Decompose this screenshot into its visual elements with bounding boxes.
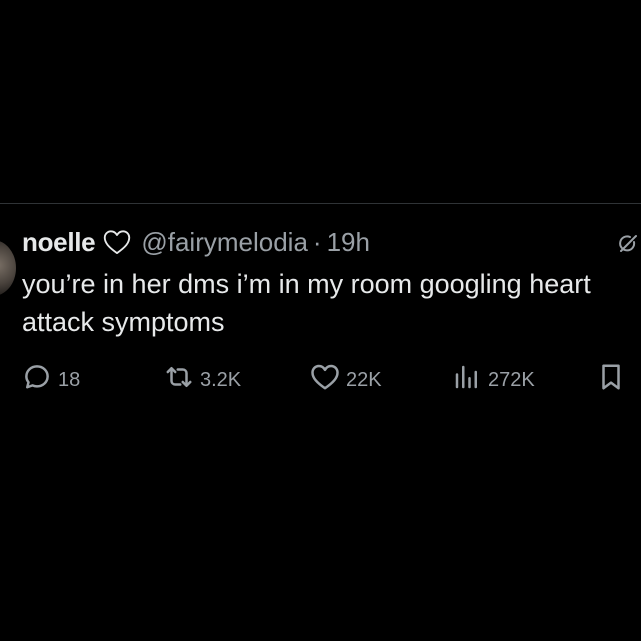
timeline-divider (0, 203, 641, 204)
views-icon (452, 362, 482, 398)
reply-button[interactable]: 18 (22, 362, 80, 398)
tweet-actions: 18 3.2K 22K 272K (22, 362, 630, 398)
views-count: 272K (488, 368, 535, 391)
retweet-button[interactable]: 3.2K (164, 362, 241, 398)
tweet-header: noelle @fairymelodia · 19h (22, 224, 370, 260)
like-count: 22K (346, 368, 382, 391)
display-name[interactable]: noelle (22, 224, 96, 260)
reply-icon (22, 362, 52, 398)
heart-outline-icon (103, 229, 131, 255)
like-button[interactable]: 22K (310, 362, 382, 398)
avatar[interactable] (0, 240, 16, 296)
bookmark-icon (596, 362, 626, 398)
grok-icon[interactable] (616, 232, 640, 256)
retweet-count: 3.2K (200, 368, 242, 391)
bookmark-button[interactable] (596, 362, 626, 398)
timestamp[interactable]: 19h (327, 224, 370, 260)
heart-icon (310, 362, 340, 398)
retweet-icon (164, 362, 194, 398)
reply-count: 18 (58, 368, 81, 391)
views-button[interactable]: 272K (452, 362, 535, 398)
tweet-text: you’re in her dms i’m in my room googlin… (22, 269, 591, 337)
separator-dot: · (312, 227, 322, 257)
user-handle[interactable]: @fairymelodia (141, 224, 308, 260)
